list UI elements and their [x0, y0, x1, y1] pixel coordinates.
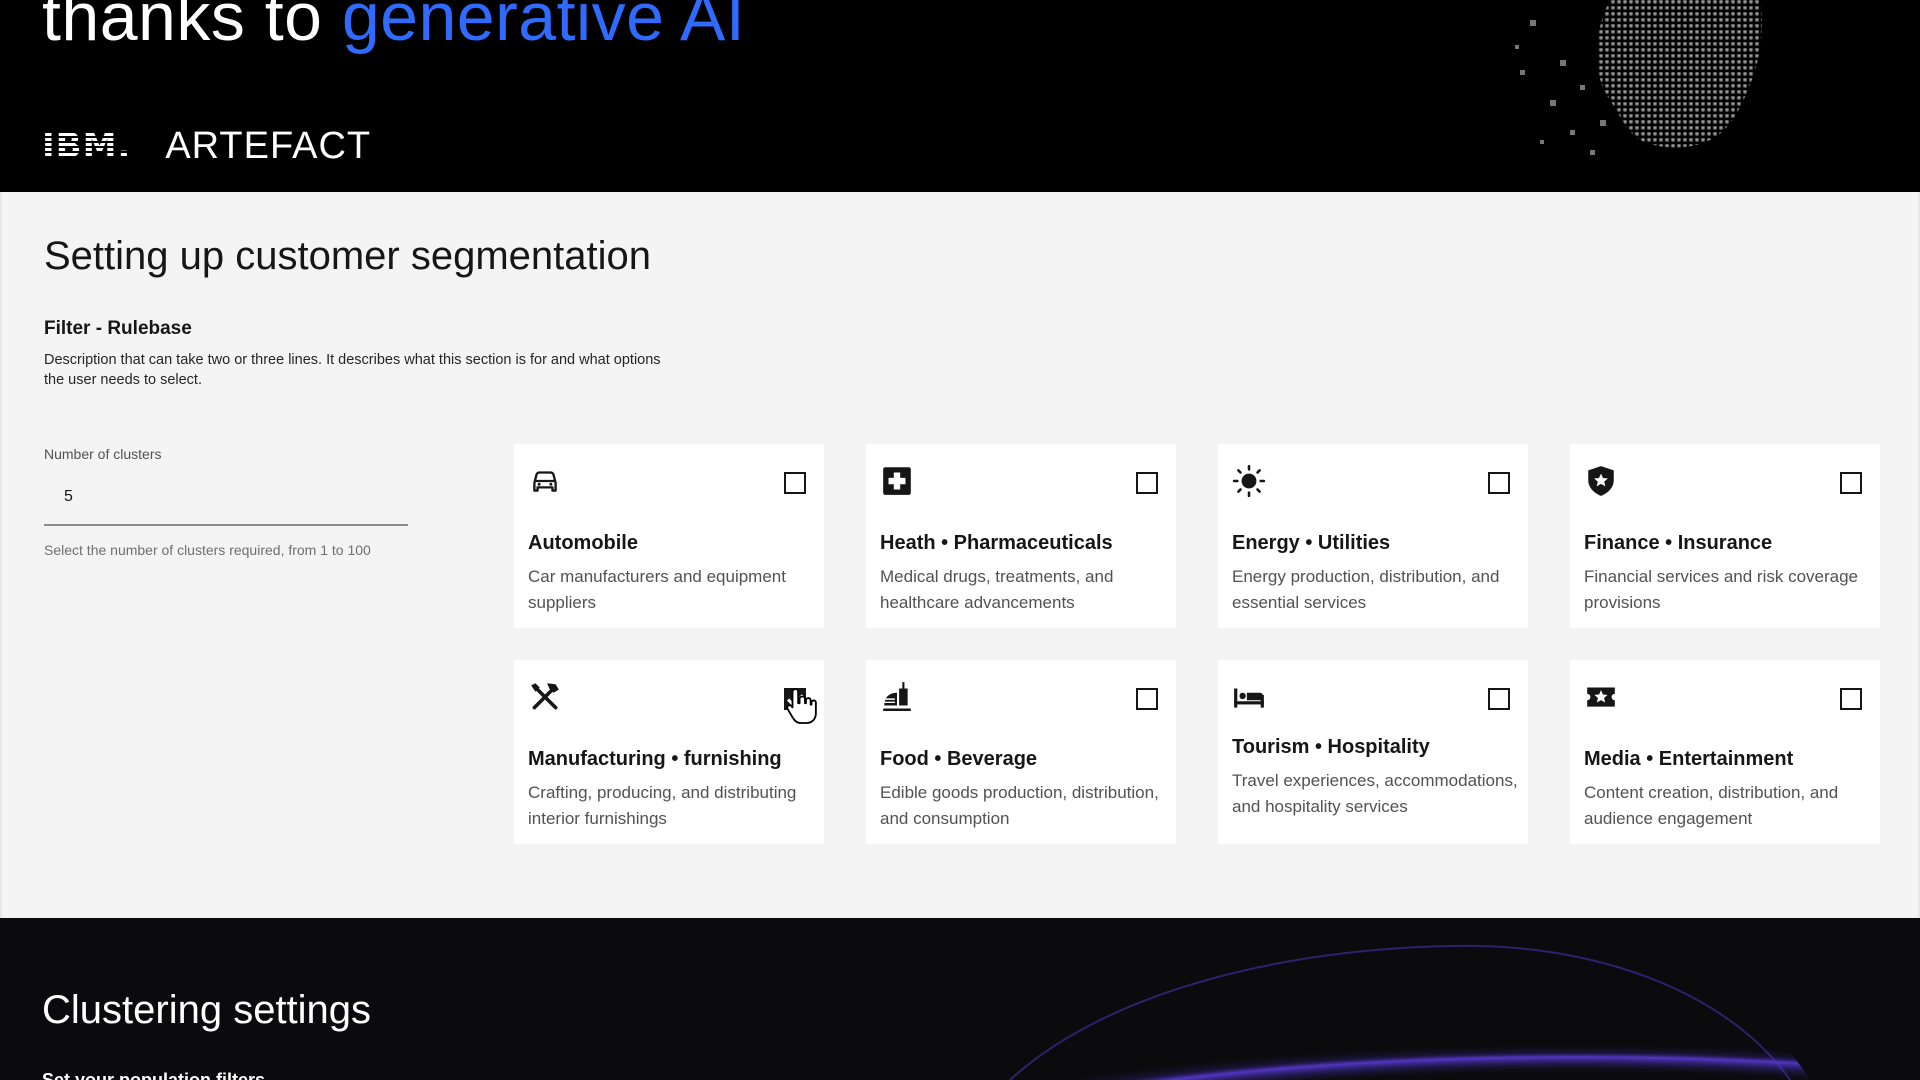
card-description: Content creation, distribution, and audi…: [1584, 783, 1839, 828]
health-checkbox[interactable]: [1136, 472, 1158, 494]
card-description: Financial services and risk coverage pro…: [1584, 567, 1859, 612]
industry-cards-grid: Automobile Car manufacturers and equipme…: [514, 444, 1880, 844]
population-filters-subtitle: Set your population filters: [42, 1070, 266, 1080]
card-title: Food • Beverage: [880, 748, 1038, 770]
manufacturing-checkbox[interactable]: [784, 688, 806, 710]
hero-headline-prefix: thanks to: [42, 0, 342, 55]
industry-card-health[interactable]: Heath • Pharmaceuticals Medical drugs, t…: [866, 444, 1176, 628]
artefact-logo: ARTEFACT: [165, 124, 372, 167]
industry-card-finance[interactable]: Finance • Insurance Financial services a…: [1570, 444, 1880, 628]
card-description: Medical drugs, treatments, and healthcar…: [880, 567, 1114, 612]
card-description: Travel experiences, accommodations, and …: [1232, 771, 1518, 816]
sun-icon: [1232, 464, 1266, 498]
bed-icon: [1232, 680, 1266, 714]
clusters-input[interactable]: [44, 470, 408, 526]
industry-card-manufacturing[interactable]: Manufacturing • furnishing Crafting, pro…: [514, 660, 824, 844]
segmentation-panel: Setting up customer segmentation Filter …: [0, 192, 1920, 918]
clustering-settings-section: Clustering settings Set your population …: [0, 918, 1920, 1080]
car-icon: [528, 464, 562, 498]
card-title: Tourism • Hospitality: [1232, 736, 1430, 758]
industry-card-automobile[interactable]: Automobile Car manufacturers and equipme…: [514, 444, 824, 628]
ai-face-illustration: [1515, 0, 1762, 155]
partner-logos: IBM. ARTEFACT: [42, 125, 371, 167]
tools-icon: [528, 680, 562, 714]
automobile-checkbox[interactable]: [784, 472, 806, 494]
clusters-helper-text: Select the number of clusters required, …: [44, 542, 371, 558]
card-title: Energy • Utilities: [1232, 532, 1391, 554]
hero-headline-accent: generative AI: [341, 0, 746, 55]
shield-star-icon: [1584, 464, 1618, 498]
tourism-checkbox[interactable]: [1488, 688, 1510, 710]
industry-card-energy[interactable]: Energy • Utilities Energy production, di…: [1218, 444, 1528, 628]
hero-headline: thanks to generative AI: [42, 0, 745, 56]
section-description: Description that can take two or three l…: [44, 352, 661, 388]
star-ticket-icon: [1584, 680, 1618, 714]
industry-card-food[interactable]: Food • Beverage Edible goods production,…: [866, 660, 1176, 844]
card-title: Manufacturing • furnishing: [528, 748, 782, 770]
card-title: Finance • Insurance: [1584, 532, 1773, 554]
clusters-label: Number of clusters: [44, 446, 162, 462]
industry-card-tourism[interactable]: Tourism • Hospitality Travel experiences…: [1218, 660, 1528, 844]
card-title: Automobile: [528, 532, 638, 554]
card-description: Energy production, distribution, and ess…: [1232, 567, 1500, 612]
section-title: Filter - Rulebase: [44, 318, 192, 339]
industry-card-media[interactable]: Media • Entertainment Content creation, …: [1570, 660, 1880, 844]
card-title: Media • Entertainment: [1584, 748, 1794, 770]
food-serving-icon: [880, 680, 914, 714]
card-description: Car manufacturers and equipment supplier…: [528, 567, 786, 612]
medical-cross-icon: [880, 464, 914, 498]
card-description: Crafting, producing, and distributing in…: [528, 783, 797, 828]
energy-checkbox[interactable]: [1488, 472, 1510, 494]
page-title: Setting up customer segmentation: [44, 234, 652, 278]
page: thanks to generative AI IBM. ARTEFACT Se…: [0, 0, 1920, 1080]
ibm-logo: IBM.: [42, 126, 132, 166]
food-checkbox[interactable]: [1136, 688, 1158, 710]
clustering-settings-title: Clustering settings: [42, 988, 372, 1032]
card-description: Edible goods production, distribution, a…: [880, 783, 1159, 828]
media-checkbox[interactable]: [1840, 688, 1862, 710]
hero-banner: thanks to generative AI IBM. ARTEFACT: [0, 0, 1920, 192]
card-title: Heath • Pharmaceuticals: [880, 532, 1113, 554]
finance-checkbox[interactable]: [1840, 472, 1862, 494]
